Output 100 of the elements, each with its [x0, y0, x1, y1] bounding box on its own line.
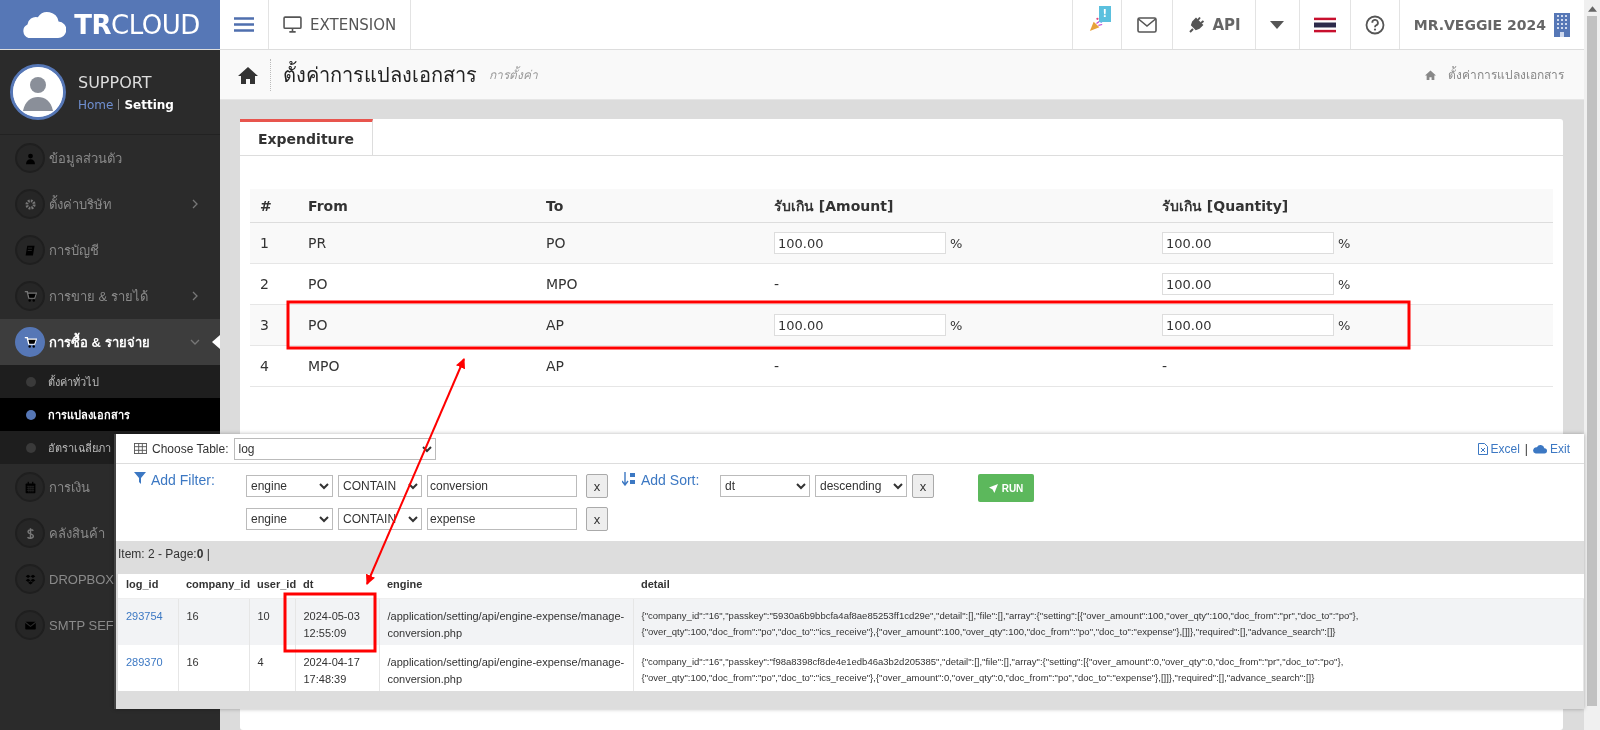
caret-icon[interactable] — [1270, 20, 1285, 29]
breadcrumb-link[interactable]: Setting — [124, 97, 174, 112]
user-icon — [23, 151, 37, 165]
table-cell: 4 — [249, 644, 295, 691]
table-cell: 2024-05-03 12:55:09 — [295, 598, 379, 645]
book-icon — [23, 243, 37, 257]
building-icon — [1554, 12, 1570, 37]
table-select[interactable]: log — [233, 437, 436, 460]
add-filter-button[interactable]: Add Filter: — [134, 468, 246, 541]
column-header: # — [250, 189, 298, 223]
home-icon[interactable] — [238, 65, 258, 84]
user-menu[interactable]: MR.VEGGIE 2024 — [1398, 0, 1584, 49]
table-cell: 2 — [250, 263, 298, 305]
dropbox-icon — [23, 572, 37, 586]
value-field[interactable]: 100.00 — [1162, 314, 1334, 336]
column-header: company_id — [178, 574, 249, 598]
table-cell: - — [764, 263, 1152, 305]
sort-icon — [622, 472, 636, 486]
avatar-icon — [10, 64, 66, 120]
select-field[interactable]: dt — [720, 475, 810, 497]
page-title: ตั้งค่าการแปลงเอกสาร — [270, 58, 477, 91]
column-header: user_id — [249, 574, 295, 598]
table-cell: {"company_id":"16","passkey":"f98a8398cf8de4e1edb46a3b2d205385","detail":[],"file":[],"array":{"setting":[{"over_amount":0,"over_qty":0,"doc_from":"pr","doc_to":"po"},{"over_qty":100,"doc_from":"po","doc_to":"ics_receive"},{"over_amount":0,"over_qty":0,"doc_from":"po","doc_to":"expense"},[]]},"required":[],"advance_search":[]} — [633, 644, 1584, 691]
select-field[interactable]: CONTAIN — [338, 475, 422, 497]
select-field[interactable]: engine — [246, 475, 333, 497]
logo[interactable]: TRCLOUD — [0, 0, 220, 49]
value-field[interactable]: 100.00 — [774, 232, 946, 254]
table-cell: PO — [298, 304, 536, 346]
unit-label: % — [950, 317, 963, 333]
unit-label: % — [1338, 235, 1351, 251]
add-sort-button[interactable]: Add Sort: — [622, 468, 720, 541]
select-field[interactable]: descending — [815, 475, 907, 497]
exit-link[interactable]: Exit — [1533, 441, 1570, 456]
table-cell: MPO — [536, 263, 764, 305]
breadcrumb-link[interactable]: Home — [78, 97, 114, 112]
table-cell: PO — [536, 222, 764, 264]
column-header: log_id — [118, 574, 178, 598]
extension-button[interactable]: EXTENSION — [269, 0, 412, 49]
column-header: engine — [379, 574, 633, 598]
page-subtitle: การตั้งค่า — [489, 65, 538, 84]
up-arrow-icon[interactable] — [1587, 6, 1597, 12]
table-cell: PR — [298, 222, 536, 264]
settings-icon — [23, 197, 37, 211]
api-button[interactable]: API — [1171, 0, 1255, 49]
help-icon[interactable] — [1364, 14, 1385, 35]
column-header: detail — [633, 574, 1584, 598]
remove-button[interactable]: x — [586, 474, 608, 498]
cart-icon — [23, 289, 37, 303]
separator: | — [1524, 441, 1528, 456]
flag-icon[interactable] — [1313, 16, 1336, 33]
monitor-icon — [283, 16, 302, 33]
table-cell: /application/setting/api/engine-expense/manage-conversion.php — [379, 644, 633, 691]
table-cell: {"company_id":"16","passkey":"5930a6b9bbcfa4af8ae85253ff1cd29e","detail":[],"file":[],"array":{"setting":[{"over_amount":100,"over_qty":100,"doc_from":"pr","doc_to":"po"},{"over_qty":100,"doc_from":"po","doc_to":"ics_receive"},{"over_amount":100,"over_qty":100,"doc_from":"po","doc_to":"expense"},[]]},"required":[],"advance_search":[]} — [633, 598, 1584, 645]
tab[interactable]: Expenditure — [240, 119, 373, 155]
party-popper-icon[interactable] — [1088, 16, 1105, 33]
table-cell: 16 — [178, 644, 249, 691]
excel-link[interactable]: Excel — [1477, 441, 1520, 456]
status-text: Item: 2 - Page:0 | — [116, 541, 1584, 566]
table-cell: 16 — [178, 598, 249, 645]
table-cell: MPO — [298, 345, 536, 387]
send-icon — [988, 483, 998, 493]
nav-item[interactable]: การขาย & รายได้ — [0, 273, 220, 319]
unit-label: % — [1338, 276, 1351, 292]
table-cell: - — [1152, 345, 1553, 387]
cloud-icon — [20, 10, 67, 39]
unit-label: % — [1338, 317, 1351, 333]
column-header: รับเกิน [Amount] — [764, 189, 1152, 223]
table-cell: PO — [298, 263, 536, 305]
value-field[interactable]: 100.00 — [1162, 232, 1334, 254]
table-cell: AP — [536, 345, 764, 387]
nav-item[interactable]: ตั้งค่าบริษัท — [0, 181, 220, 227]
table-cell: 2024-04-17 17:48:39 — [295, 644, 379, 691]
nav-item[interactable]: การบัญชี — [0, 227, 220, 273]
nav-item[interactable]: การซื้อ & รายจ่าย — [0, 319, 220, 365]
value-field[interactable]: 100.00 — [1162, 273, 1334, 295]
filter-icon — [134, 472, 146, 484]
filter-field[interactable]: expense — [427, 508, 577, 530]
calendar-icon — [23, 480, 37, 494]
cart-icon — [23, 335, 37, 349]
user-name: SUPPORT — [78, 72, 153, 92]
log-id-link[interactable]: 293754 — [126, 609, 163, 622]
filter-field[interactable]: conversion — [427, 475, 577, 497]
mail-icon[interactable] — [1136, 16, 1157, 33]
menu-icon[interactable] — [234, 16, 254, 33]
file-icon — [1477, 442, 1488, 455]
nav-subitem[interactable]: ตั้งค่าทั่วไป — [0, 365, 220, 398]
select-field[interactable]: engine — [246, 508, 333, 530]
table-cell: 4 — [250, 345, 298, 387]
nav-item[interactable]: ข้อมูลส่วนตัว — [0, 135, 220, 181]
value-field[interactable]: 100.00 — [774, 314, 946, 336]
chevron-icon — [190, 199, 200, 209]
remove-button[interactable]: x — [586, 507, 608, 531]
remove-button[interactable]: x — [912, 474, 934, 498]
pointer-icon — [212, 335, 220, 349]
table-cell: - — [764, 345, 1152, 387]
logo-text: TRCLOUD — [74, 9, 200, 40]
nav-subitem[interactable]: การแปลงเอกสาร — [0, 398, 220, 431]
table-cell: AP — [536, 304, 764, 346]
notification-badge: ! — [1098, 6, 1112, 22]
log-id-link[interactable]: 289370 — [126, 655, 163, 668]
